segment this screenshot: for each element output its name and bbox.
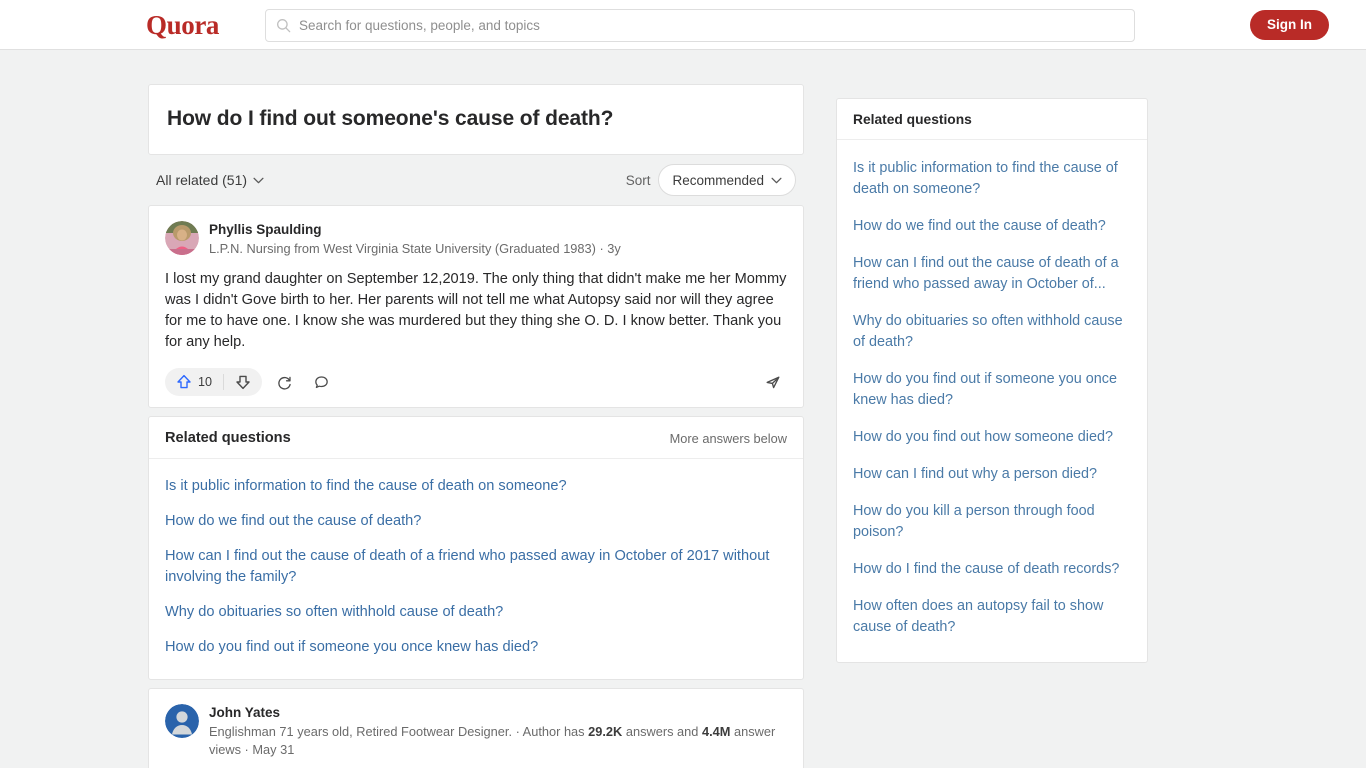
all-related-label: All related (51) (156, 172, 248, 188)
upvote-button[interactable]: 10 (165, 368, 223, 396)
author-row: Phyllis Spaulding L.P.N. Nursing from We… (165, 220, 787, 258)
downvote-button[interactable] (224, 368, 262, 396)
page-title: How do I find out someone's cause of dea… (167, 107, 614, 130)
list-item[interactable]: Is it public information to find the cau… (165, 469, 787, 504)
list-item[interactable]: How do we find out the cause of death? (165, 504, 787, 539)
author-name[interactable]: Phyllis Spaulding (209, 221, 621, 239)
action-buttons-left: 10 (165, 368, 336, 396)
answer-action-bar: 10 (165, 365, 787, 399)
question-card: How do I find out someone's cause of dea… (148, 84, 804, 155)
related-questions-inline-card: Related questions More answers below Is … (148, 416, 804, 680)
main-column: How do I find out someone's cause of dea… (148, 84, 804, 768)
search-input[interactable] (299, 18, 1124, 33)
sort-label: Sort (625, 172, 651, 188)
sort-value: Recommended (672, 172, 764, 188)
sidebar-item-9[interactable]: How often does an autopsy fail to show c… (853, 588, 1131, 646)
sidebar-item-7[interactable]: How do you kill a person through food po… (853, 493, 1131, 551)
related-questions-title: Related questions (165, 430, 291, 446)
sidebar-item-6[interactable]: How can I find out why a person died? (853, 456, 1131, 493)
site-header: Quora Sign In (0, 0, 1366, 50)
answer-card: Phyllis Spaulding L.P.N. Nursing from We… (148, 205, 804, 408)
share-icon (766, 376, 780, 389)
author-name[interactable]: John Yates (209, 704, 785, 722)
quora-logo[interactable]: Quora (146, 11, 219, 39)
sidebar-item-4[interactable]: How do you find out if someone you once … (853, 361, 1131, 419)
sidebar-item-2[interactable]: How can I find out the cause of death of… (853, 245, 1131, 303)
more-answers-below-label[interactable]: More answers below (670, 431, 787, 446)
repost-icon (277, 376, 291, 390)
author-credential: Englishman 71 years old, Retired Footwea… (209, 723, 785, 759)
answer-card: John Yates Englishman 71 years old, Reti… (148, 688, 804, 768)
filter-bar: All related (51) Sort Recommended (148, 155, 804, 205)
share-button[interactable] (759, 368, 787, 396)
chevron-down-icon (771, 177, 782, 183)
sidebar-item-1[interactable]: How do we find out the cause of death? (853, 208, 1131, 245)
downvote-arrow-icon (236, 375, 250, 390)
default-person-avatar-icon (165, 704, 199, 738)
sidebar-item-8[interactable]: How do I find the cause of death records… (853, 551, 1131, 588)
vote-pill: 10 (165, 368, 263, 396)
sidebar-item-0[interactable]: Is it public information to find the cau… (853, 150, 1131, 208)
upvote-count: 10 (198, 375, 213, 389)
list-item[interactable]: Why do obituaries so often withhold caus… (165, 595, 787, 630)
sidebar-title: Related questions (837, 99, 1147, 140)
comment-button[interactable] (306, 368, 336, 396)
author-meta: John Yates Englishman 71 years old, Reti… (209, 703, 785, 759)
repost-button[interactable] (269, 368, 299, 396)
upvote-arrow-icon (177, 374, 191, 389)
credential-view-count: 4.4M (701, 724, 731, 739)
author-credential: L.P.N. Nursing from West Virginia State … (209, 241, 621, 256)
credential-mid: answers and (622, 724, 702, 739)
avatar[interactable] (165, 221, 199, 255)
page-body: How do I find out someone's cause of dea… (0, 50, 1366, 768)
sign-in-button[interactable]: Sign In (1250, 10, 1329, 40)
related-questions-sidebar-card: Related questions Is it public informati… (836, 98, 1148, 663)
comment-icon (314, 375, 328, 388)
credential-answer-count: 29.2K (588, 724, 623, 739)
chevron-down-icon (253, 177, 264, 183)
author-meta: Phyllis Spaulding L.P.N. Nursing from We… (209, 220, 621, 258)
list-item[interactable]: How do you find out if someone you once … (165, 630, 787, 665)
sort-dropdown[interactable]: Recommended (658, 164, 796, 196)
related-questions-header: Related questions More answers below (149, 417, 803, 459)
credential-prefix: Englishman 71 years old, Retired Footwea… (209, 724, 589, 739)
all-related-filter[interactable]: All related (51) (156, 172, 264, 188)
avatar[interactable] (165, 704, 199, 738)
author-row: John Yates Englishman 71 years old, Reti… (165, 703, 787, 759)
answer-body: I lost my grand daughter on September 12… (165, 271, 787, 350)
search-bar[interactable] (265, 9, 1135, 42)
sidebar-list: Is it public information to find the cau… (837, 140, 1147, 662)
related-questions-list: Is it public information to find the cau… (149, 459, 803, 679)
sidebar: Related questions Is it public informati… (836, 98, 1148, 663)
list-item[interactable]: How can I find out the cause of death of… (165, 539, 787, 595)
photo-avatar-icon (165, 221, 199, 255)
sidebar-item-3[interactable]: Why do obituaries so often withhold caus… (853, 303, 1131, 361)
search-icon (277, 19, 291, 33)
sort-group: Sort Recommended (626, 164, 796, 196)
sidebar-item-5[interactable]: How do you find out how someone died? (853, 419, 1131, 456)
